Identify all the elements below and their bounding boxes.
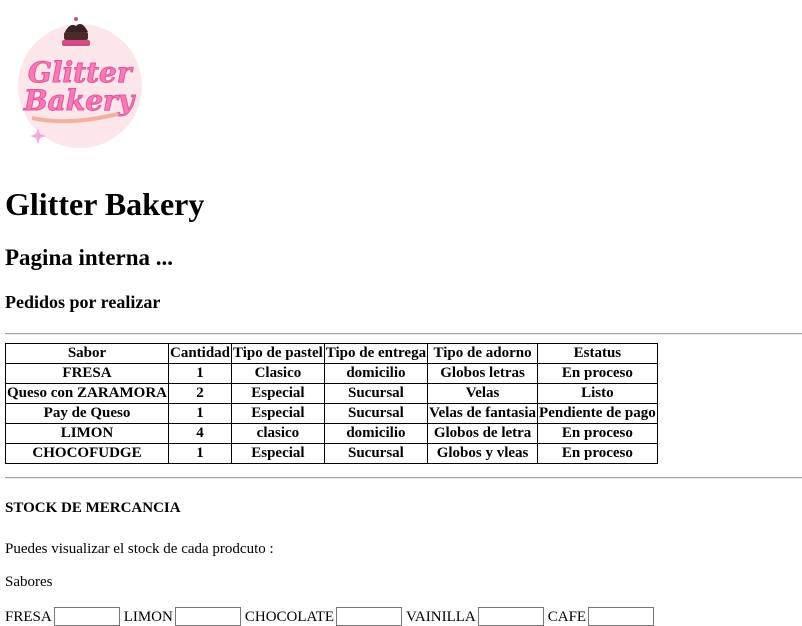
stock-label-fresa: FRESA	[5, 609, 52, 625]
table-cell: FRESA	[5, 363, 169, 384]
table-cell: LIMON	[5, 423, 169, 444]
stock-input-fresa[interactable]	[53, 607, 120, 626]
stock-input-cafe[interactable]	[588, 607, 655, 626]
page-subtitle: Pagina interna ...	[5, 245, 174, 270]
page-title: Glitter Bakery	[5, 186, 205, 222]
table-cell: Velas de fantasia	[427, 403, 539, 424]
stock-label-chocolate: CHOCOLATE	[244, 609, 335, 625]
column-header: Sabor	[5, 343, 169, 364]
stock-input-vainilla[interactable]	[477, 607, 544, 626]
table-row: Queso con ZARAMORA 2 Especial Sucursal V…	[5, 383, 658, 404]
table-cell: 1	[167, 403, 233, 424]
column-header: Tipo de adorno	[427, 343, 539, 364]
table-header-row: Sabor Cantidad Tipo de pastel Tipo de en…	[5, 343, 658, 364]
stock-label-cafe: CAFE	[547, 609, 587, 625]
orders-table: Sabor Cantidad Tipo de pastel Tipo de en…	[5, 343, 658, 464]
table-row: FRESA 1 Clasico domicilio Globos letras …	[5, 363, 658, 384]
table-cell: Clasico	[231, 363, 325, 384]
table-row: CHOCOFUDGE 1 Especial Sucursal Globos y …	[5, 443, 658, 464]
table-cell: clasico	[231, 423, 325, 444]
table-cell: Especial	[231, 403, 325, 424]
table-cell: Sucursal	[323, 403, 429, 424]
table-cell: En proceso	[537, 423, 658, 444]
table-cell: domicilio	[323, 363, 429, 384]
logo-line2: Bakery	[23, 84, 136, 117]
table-cell: 4	[167, 423, 233, 444]
stock-label-limon: LIMON	[123, 609, 173, 625]
table-cell: Sucursal	[323, 383, 429, 404]
table-cell: En proceso	[537, 443, 658, 464]
bakery-logo-image: Glitter Bakery	[18, 17, 142, 148]
column-header: Estatus	[537, 343, 658, 364]
table-cell: domicilio	[323, 423, 429, 444]
table-cell: Pay de Queso	[5, 403, 169, 424]
divider	[5, 477, 802, 479]
table-cell: 2	[167, 383, 233, 404]
stock-inputs-row: FRESA LIMON CHOCOLATE VAINILLA CAFE	[5, 607, 658, 626]
table-cell: CHOCOFUDGE	[5, 443, 169, 464]
table-cell: Listo	[537, 383, 658, 404]
flavors-label: Sabores	[5, 574, 53, 590]
table-cell: Globos letras	[427, 363, 539, 384]
stock-description: Puedes visualizar el stock de cada prodc…	[5, 541, 274, 557]
stock-label-vainilla: VAINILLA	[406, 609, 476, 625]
table-cell: 1	[167, 443, 233, 464]
orders-heading: Pedidos por realizar	[5, 292, 161, 312]
table-cell: Sucursal	[323, 443, 429, 464]
column-header: Tipo de entrega	[323, 343, 429, 364]
table-cell: En proceso	[537, 363, 658, 384]
table-cell: Velas	[427, 383, 539, 404]
table-cell: Globos y vleas	[427, 443, 539, 464]
table-cell: Especial	[231, 383, 325, 404]
column-header: Cantidad	[167, 343, 233, 364]
table-cell: Queso con ZARAMORA	[5, 383, 169, 404]
table-row: LIMON 4 clasico domicilio Globos de letr…	[5, 423, 658, 444]
stock-input-chocolate[interactable]	[336, 607, 403, 626]
stock-heading: STOCK DE MERCANCIA	[5, 500, 181, 516]
table-row: Pay de Queso 1 Especial Sucursal Velas d…	[5, 403, 658, 424]
table-cell: 1	[167, 363, 233, 384]
cake-icon	[62, 17, 90, 46]
divider	[5, 333, 802, 335]
table-cell: Globos de letra	[427, 423, 539, 444]
table-cell: Especial	[231, 443, 325, 464]
table-cell: Pendiente de pago	[537, 403, 658, 424]
bakery-logo: Glitter Bakery	[18, 10, 146, 150]
column-header: Tipo de pastel	[231, 343, 325, 364]
stock-input-limon[interactable]	[174, 607, 241, 626]
